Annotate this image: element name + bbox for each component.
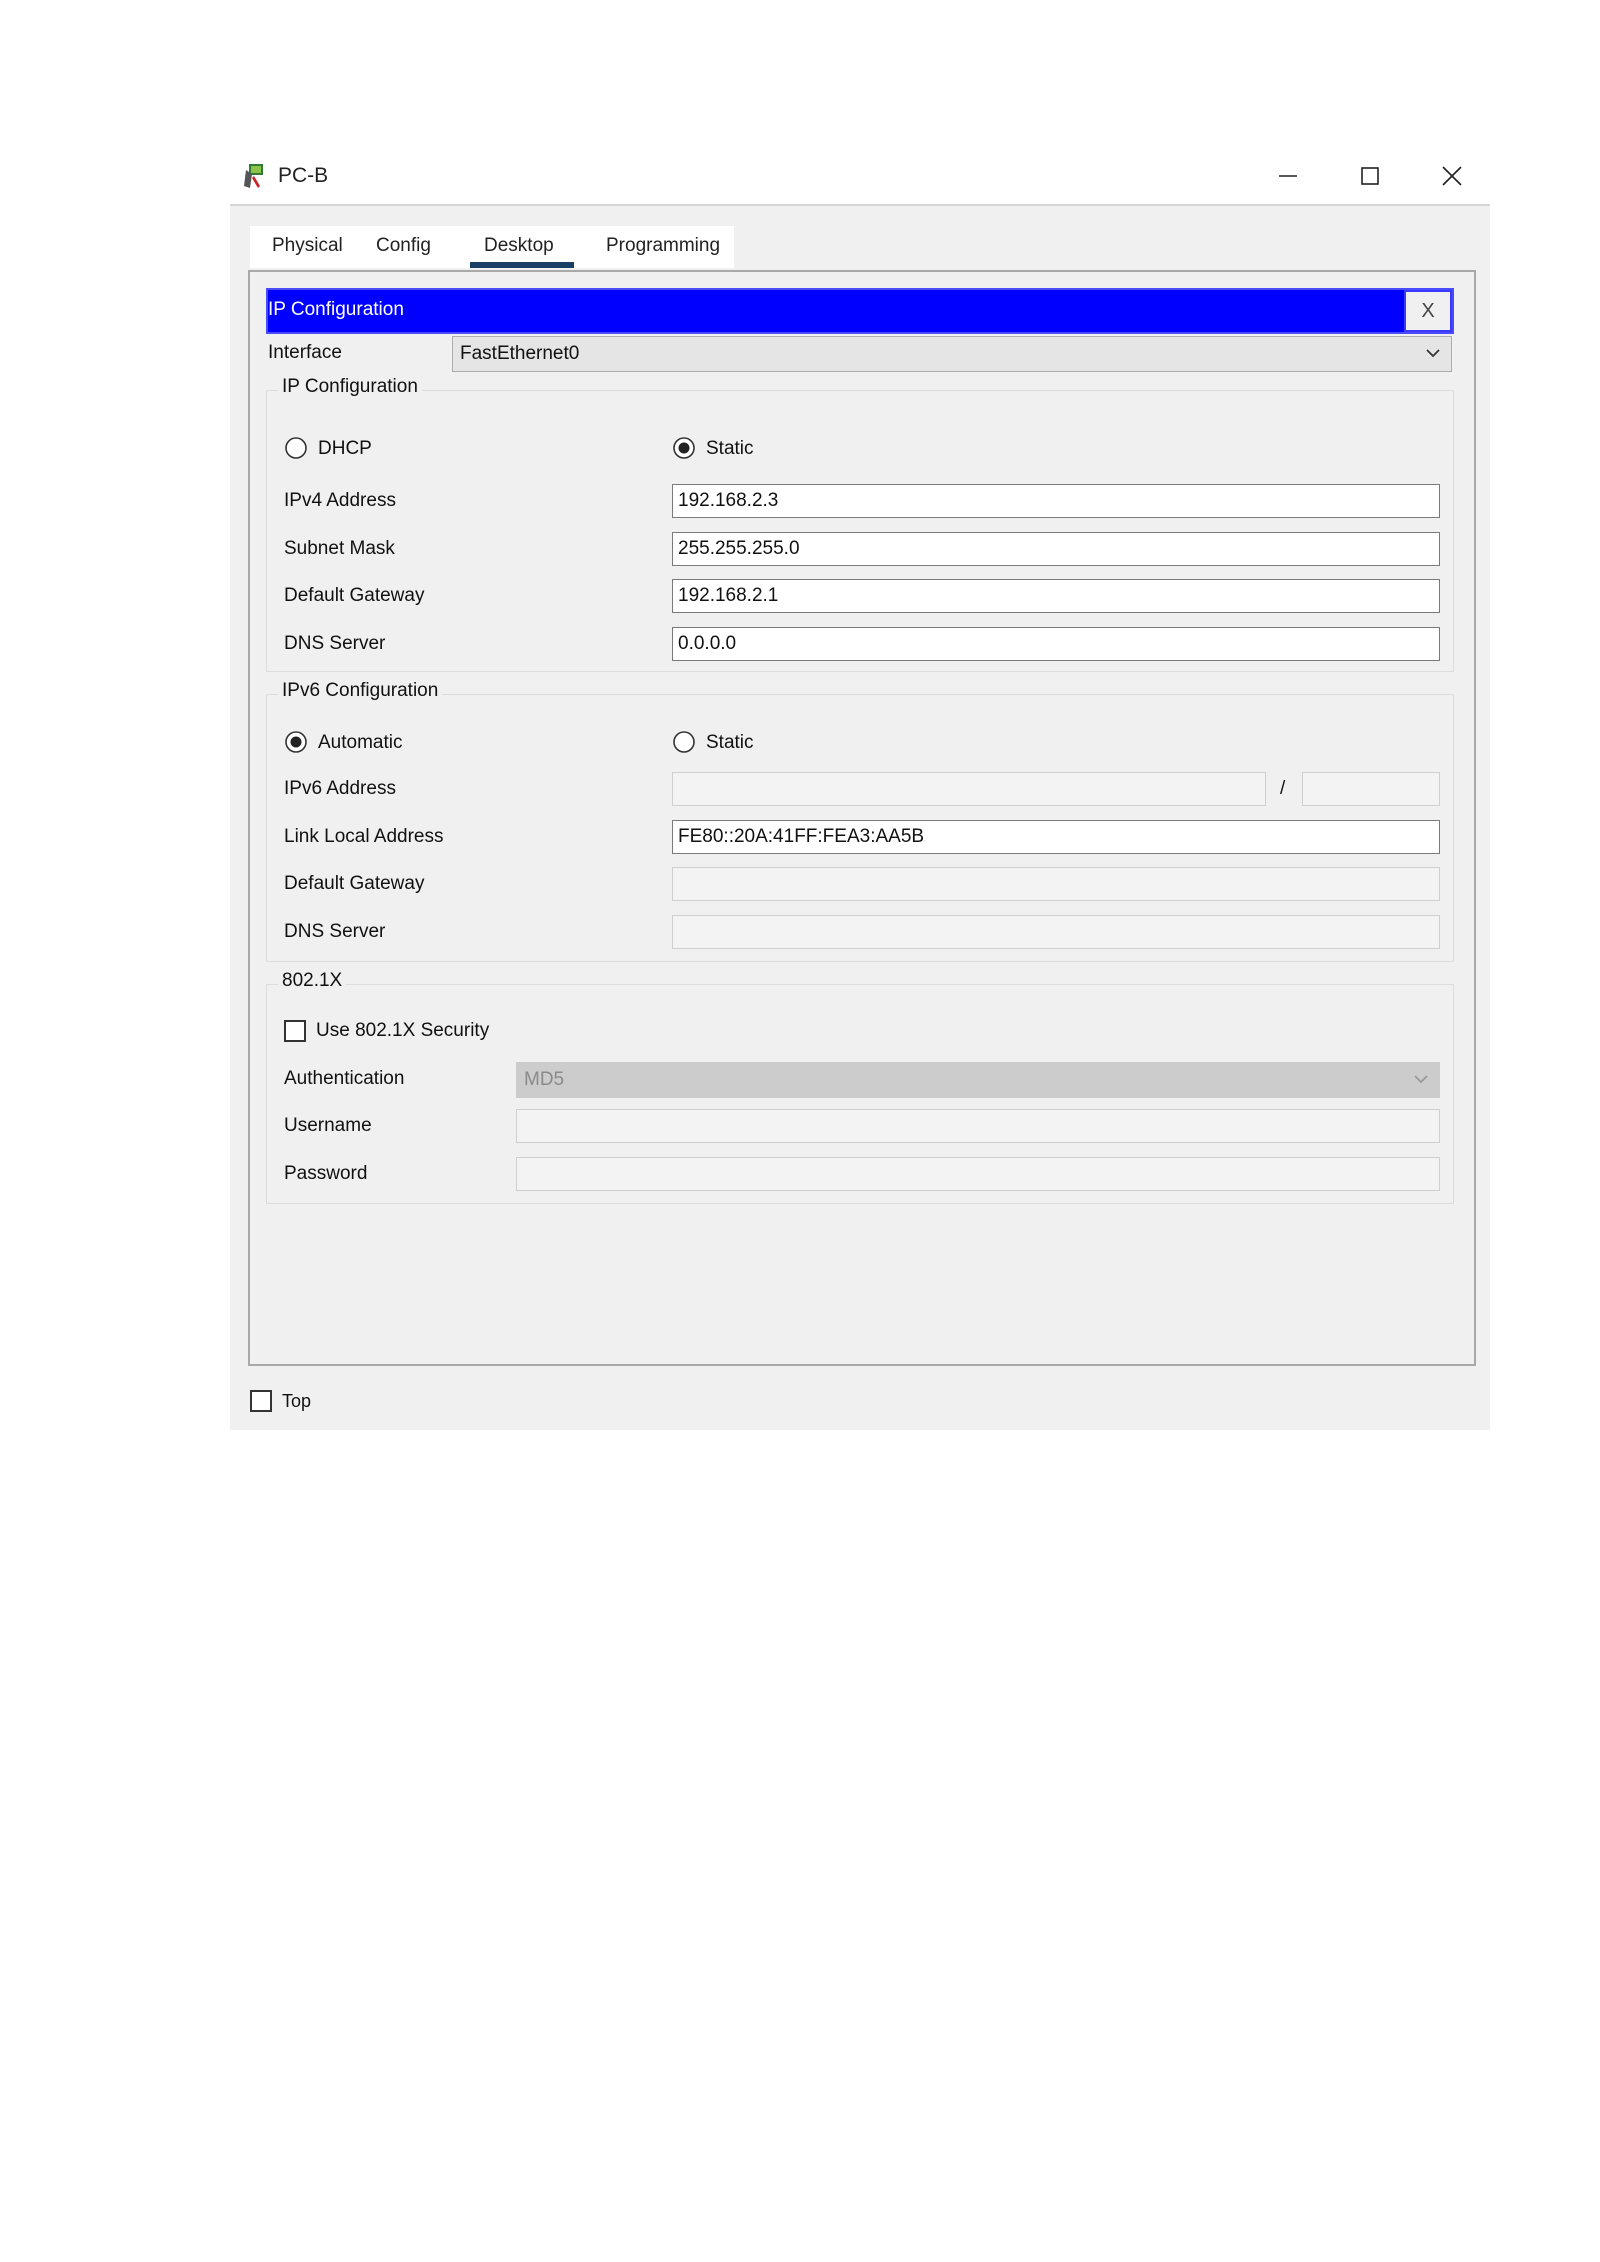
ipv6-static-radio[interactable] [672,730,696,754]
authentication-label: Authentication [284,1068,405,1089]
ipv4-configuration-legend: IP Configuration [278,376,422,398]
username-input[interactable] [516,1109,1440,1143]
tab-desktop[interactable]: Desktop [470,226,574,268]
ipv6-dns-server-input[interactable] [672,915,1440,949]
ip-configuration-title: IP Configuration [268,299,404,320]
ipv6-dns-server-label: DNS Server [284,921,386,942]
desktop-panel: IP Configuration X Interface FastEtherne… [248,270,1476,1366]
ipv4-dns-server-label: DNS Server [284,633,386,654]
top-checkbox[interactable] [250,1390,272,1412]
ipv6-default-gateway-label: Default Gateway [284,873,425,894]
maximize-button[interactable] [1342,158,1398,194]
dhcp-label: DHCP [318,438,372,459]
link-local-address-input[interactable] [672,820,1440,854]
dot1x-legend: 802.1X [278,970,347,992]
ipv4-default-gateway-label: Default Gateway [284,585,425,606]
authentication-value: MD5 [524,1069,565,1090]
ipv4-static-label: Static [706,438,754,459]
interface-select[interactable]: FastEthernet0 [452,336,1452,372]
dhcp-radio[interactable] [284,436,308,460]
username-label: Username [284,1115,372,1136]
ipv6-automatic-radio[interactable] [284,730,308,754]
link-local-address-label: Link Local Address [284,826,444,847]
ipv6-prefix-input[interactable] [1302,772,1440,806]
ipv6-static-label: Static [706,732,754,753]
ipv4-address-input[interactable] [672,484,1440,518]
ipv4-default-gateway-input[interactable] [672,579,1440,613]
top-label: Top [282,1391,312,1411]
close-icon [1442,166,1462,186]
pc-icon [244,164,263,188]
interface-value: FastEthernet0 [460,343,580,364]
use-8021x-security-checkbox[interactable] [284,1020,306,1042]
ipv6-default-gateway-input[interactable] [672,867,1440,901]
pc-b-window: PC-B Physical Config Desktop Programming… [230,150,1490,1430]
ipv6-address-label: IPv6 Address [284,778,396,799]
close-window-button[interactable] [1424,158,1480,194]
ip-configuration-close-button[interactable]: X [1404,290,1452,332]
prefix-separator: / [1280,778,1286,799]
tab-programming[interactable]: Programming [606,226,720,268]
tab-bar: Physical Config Desktop Programming [250,226,734,268]
ipv4-dns-server-input[interactable] [672,627,1440,661]
minimize-button[interactable] [1260,158,1316,194]
maximize-icon [1361,167,1379,185]
ip-configuration-header: IP Configuration X [266,288,1454,334]
tab-physical[interactable]: Physical [272,226,343,268]
ipv4-address-label: IPv4 Address [284,490,396,511]
authentication-select[interactable]: MD5 [516,1062,1440,1098]
use-8021x-security-label: Use 802.1X Security [316,1020,490,1041]
subnet-mask-label: Subnet Mask [284,538,395,559]
password-label: Password [284,1163,368,1184]
interface-label: Interface [268,342,342,363]
title-bar: PC-B [230,150,1490,206]
ipv6-automatic-label: Automatic [318,732,403,753]
password-input[interactable] [516,1157,1440,1191]
tab-config[interactable]: Config [376,226,431,268]
window-title: PC-B [278,164,329,187]
ipv6-address-input[interactable] [672,772,1266,806]
subnet-mask-input[interactable] [672,532,1440,566]
ipv6-configuration-legend: IPv6 Configuration [278,680,443,702]
chevron-down-icon [1426,349,1440,358]
ipv4-static-radio[interactable] [672,436,696,460]
chevron-down-icon [1414,1075,1428,1084]
minimize-icon [1279,175,1297,177]
